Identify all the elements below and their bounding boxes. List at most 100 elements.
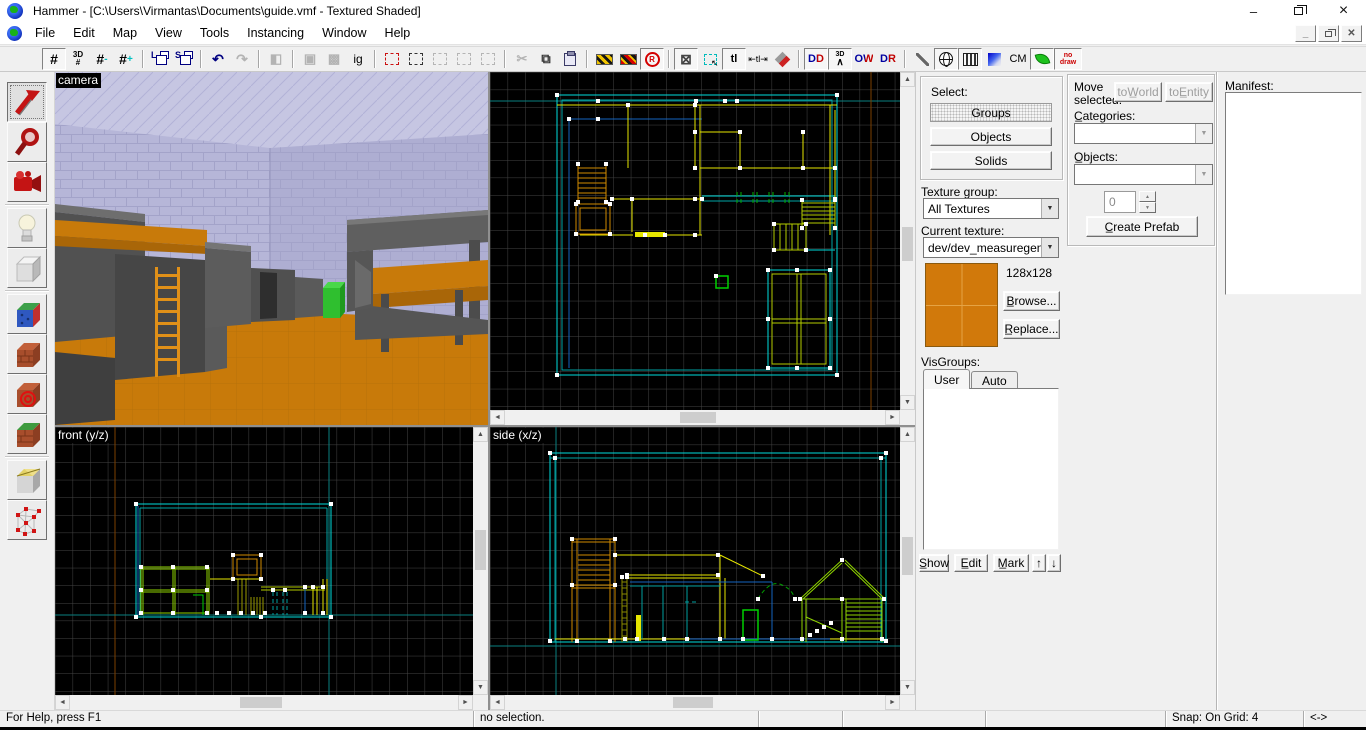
- texture-application-tool-button[interactable]: [7, 294, 47, 334]
- restore-button[interactable]: [1276, 0, 1321, 22]
- scroll-left-button[interactable]: ◄: [55, 695, 70, 710]
- visgroups-list[interactable]: [923, 388, 1059, 550]
- minimize-button[interactable]: –: [1231, 0, 1276, 22]
- chevron-down-icon[interactable]: ▼: [1195, 124, 1212, 143]
- prefab-count-field[interactable]: 0: [1104, 191, 1136, 213]
- display-3d-angles-button[interactable]: 3D ∧: [828, 48, 852, 70]
- grid-3d-button[interactable]: 3D #: [66, 48, 90, 70]
- group-button[interactable]: ▣: [298, 48, 322, 70]
- cordon-option-button[interactable]: [476, 48, 500, 70]
- menu-map[interactable]: Map: [104, 23, 146, 43]
- redo-button[interactable]: ↷: [230, 48, 254, 70]
- toggle-models-button[interactable]: [934, 48, 958, 70]
- cut-button[interactable]: ✂: [510, 48, 534, 70]
- to-world-button[interactable]: toW̲orld: [1114, 82, 1162, 102]
- menu-file[interactable]: File: [26, 23, 64, 43]
- spin-up-button[interactable]: ▲: [1139, 191, 1156, 202]
- visgroup-show-button[interactable]: S̲how: [919, 554, 949, 572]
- scroll-right-button[interactable]: ►: [458, 695, 473, 710]
- mdi-restore-button[interactable]: [1318, 25, 1339, 42]
- visgroup-up-button[interactable]: ↑: [1032, 554, 1046, 572]
- menu-window[interactable]: Window: [313, 23, 375, 43]
- scrollbar-thumb[interactable]: [680, 412, 716, 423]
- scroll-right-button[interactable]: ►: [885, 410, 900, 425]
- texture-lock-button[interactable]: tl: [722, 48, 746, 70]
- scrollbar-thumb[interactable]: [673, 697, 713, 708]
- camera-tool-button[interactable]: [7, 162, 47, 202]
- camera-3d-canvas[interactable]: [55, 72, 488, 425]
- entity-tool-button[interactable]: [7, 208, 47, 248]
- mdi-minimize-button[interactable]: _: [1295, 25, 1316, 42]
- visgroup-down-button[interactable]: ↓: [1047, 554, 1061, 572]
- menu-view[interactable]: View: [146, 23, 191, 43]
- vertical-scrollbar[interactable]: ▲ ▼: [900, 427, 915, 695]
- visgroup-mark-button[interactable]: M̲ark: [993, 554, 1029, 572]
- scroll-down-button[interactable]: ▼: [473, 680, 488, 695]
- scrollbar-thumb[interactable]: [902, 227, 913, 261]
- clipping-tool-button[interactable]: [7, 460, 47, 500]
- horizontal-scrollbar[interactable]: ◄ ►: [55, 695, 473, 710]
- visgroup-edit-button[interactable]: E̲dit: [954, 554, 988, 572]
- scroll-up-button[interactable]: ▲: [900, 72, 915, 87]
- nodraw-button[interactable]: no draw: [1054, 48, 1082, 70]
- cm-button[interactable]: CM: [1006, 48, 1030, 70]
- detail-objects-button[interactable]: [1030, 48, 1054, 70]
- chevron-down-icon[interactable]: ▼: [1041, 238, 1058, 257]
- create-prefab-button[interactable]: C̲reate Prefab: [1086, 216, 1198, 237]
- vertex-tool-button[interactable]: [7, 500, 47, 540]
- viewport-3d[interactable]: camera: [55, 72, 488, 425]
- overlay-tool-button[interactable]: [7, 414, 47, 454]
- texture-application-button[interactable]: [770, 48, 794, 70]
- edit-cordon-button[interactable]: [404, 48, 428, 70]
- load-window-state-button[interactable]: L: [148, 48, 172, 70]
- visgroups-tab-user[interactable]: User: [923, 369, 971, 389]
- scroll-down-button[interactable]: ▼: [900, 395, 915, 410]
- select-objects-button[interactable]: Objects: [930, 127, 1052, 146]
- menu-tools[interactable]: Tools: [191, 23, 238, 43]
- block-tool-button[interactable]: [7, 248, 47, 288]
- top-2d-canvas[interactable]: [490, 72, 900, 410]
- scroll-up-button[interactable]: ▲: [473, 427, 488, 442]
- viewport-top[interactable]: ▲ ▼ ◄ ►: [490, 72, 915, 425]
- decal-tool-button[interactable]: [7, 374, 47, 414]
- paste-button[interactable]: [558, 48, 582, 70]
- categories-combobox[interactable]: ▼: [1074, 123, 1213, 144]
- select-inside-button[interactable]: ↖: [698, 48, 722, 70]
- vertical-scrollbar[interactable]: ▲ ▼: [473, 427, 488, 695]
- current-texture-combobox[interactable]: dev/dev_measuregene ▼: [923, 237, 1059, 258]
- texture-group-combobox[interactable]: All Textures ▼: [923, 198, 1059, 219]
- select-touching-button[interactable]: ⊠: [674, 48, 698, 70]
- mdi-close-button[interactable]: ✕: [1341, 25, 1362, 42]
- viewport-front[interactable]: front (y/z) ▲ ▼ ◄ ►: [55, 427, 488, 710]
- menu-instancing[interactable]: Instancing: [238, 23, 313, 43]
- model-fade-button[interactable]: [982, 48, 1006, 70]
- carve-button[interactable]: ◧: [264, 48, 288, 70]
- front-2d-canvas[interactable]: [55, 427, 473, 695]
- side-2d-canvas[interactable]: [490, 427, 900, 695]
- entity-report-button[interactable]: [910, 48, 934, 70]
- chevron-down-icon[interactable]: ▼: [1195, 165, 1212, 184]
- manifest-list[interactable]: [1225, 92, 1362, 295]
- undo-button[interactable]: ↶: [206, 48, 230, 70]
- ungroup-button[interactable]: ▩: [322, 48, 346, 70]
- display-entities-button[interactable]: DD: [804, 48, 828, 70]
- scrollbar-thumb[interactable]: [902, 537, 913, 575]
- scrollbar-thumb[interactable]: [475, 530, 486, 570]
- hide-unselected-button[interactable]: [616, 48, 640, 70]
- menu-help[interactable]: Help: [376, 23, 420, 43]
- copy-button[interactable]: ⧉: [534, 48, 558, 70]
- cordon-option-button[interactable]: [452, 48, 476, 70]
- replace-button[interactable]: R̲eplace...: [1003, 319, 1060, 339]
- snap-to-grid-button[interactable]: #: [42, 48, 66, 70]
- vertical-scrollbar[interactable]: ▲ ▼: [900, 72, 915, 410]
- save-window-state-button[interactable]: S: [172, 48, 196, 70]
- select-groups-button[interactable]: Groups: [930, 103, 1052, 122]
- scroll-left-button[interactable]: ◄: [490, 410, 505, 425]
- chevron-down-icon[interactable]: ▼: [1041, 199, 1058, 218]
- display-render-button[interactable]: DR: [876, 48, 900, 70]
- display-wireframe-button[interactable]: OW: [852, 48, 876, 70]
- fade-preview-button[interactable]: [958, 48, 982, 70]
- ignore-groups-button[interactable]: ig: [346, 48, 370, 70]
- larger-grid-button[interactable]: # +: [114, 48, 138, 70]
- horizontal-scrollbar[interactable]: ◄ ►: [490, 695, 900, 710]
